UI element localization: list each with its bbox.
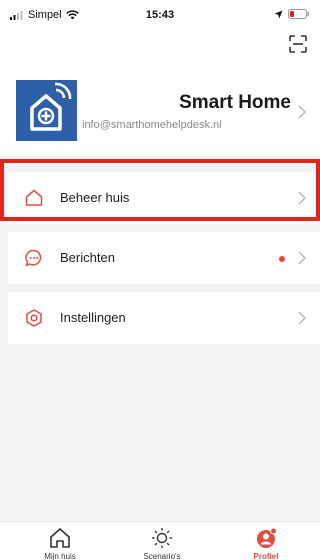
tab-label: Mijn huis <box>44 552 76 560</box>
home-icon <box>50 528 70 548</box>
avatar <box>16 80 77 141</box>
chevron-right-icon <box>298 311 306 325</box>
message-icon <box>25 249 42 267</box>
status-right <box>274 9 310 19</box>
menu-item-instellingen[interactable]: Instellingen <box>8 292 320 344</box>
house-icon <box>25 189 43 206</box>
tab-label: Scenario's <box>143 552 181 560</box>
settings-icon <box>26 309 42 327</box>
profile-icon <box>257 527 277 548</box>
status-time: 15:43 <box>145 9 175 21</box>
menu-item-label: Beheer huis <box>60 190 130 205</box>
scan-icon <box>289 35 307 53</box>
chevron-right-icon <box>298 251 306 265</box>
tab-profiel[interactable]: Profiel <box>226 522 306 560</box>
menu-item-berichten[interactable]: Berichten <box>8 232 320 284</box>
status-bar: Simpel 15:43 <box>0 0 320 28</box>
location-icon <box>274 10 283 18</box>
menu-item-label: Instellingen <box>60 310 126 325</box>
smart-home-logo <box>30 82 72 131</box>
tab-bar: Mijn huis Scenario's Profiel <box>0 521 320 560</box>
menu-item-label: Berichten <box>60 250 115 265</box>
tab-label: Profiel <box>253 552 279 560</box>
unread-dot <box>279 256 285 262</box>
chevron-right-icon <box>298 191 306 205</box>
sun-icon <box>152 528 172 548</box>
menu-item-beheer-huis[interactable]: Beheer huis <box>8 172 320 224</box>
tab-mijn-huis[interactable]: Mijn huis <box>20 522 100 560</box>
profile-email: info@smarthomehelpdesk.nl <box>82 119 222 131</box>
profile-header[interactable]: Smart Home info@smarthomehelpdesk.nl <box>0 80 320 146</box>
scan-button[interactable] <box>288 34 308 54</box>
chevron-right-icon <box>298 105 306 119</box>
profile-name: Smart Home <box>179 92 291 113</box>
tab-scenarios[interactable]: Scenario's <box>122 522 202 560</box>
battery-icon <box>288 9 310 19</box>
